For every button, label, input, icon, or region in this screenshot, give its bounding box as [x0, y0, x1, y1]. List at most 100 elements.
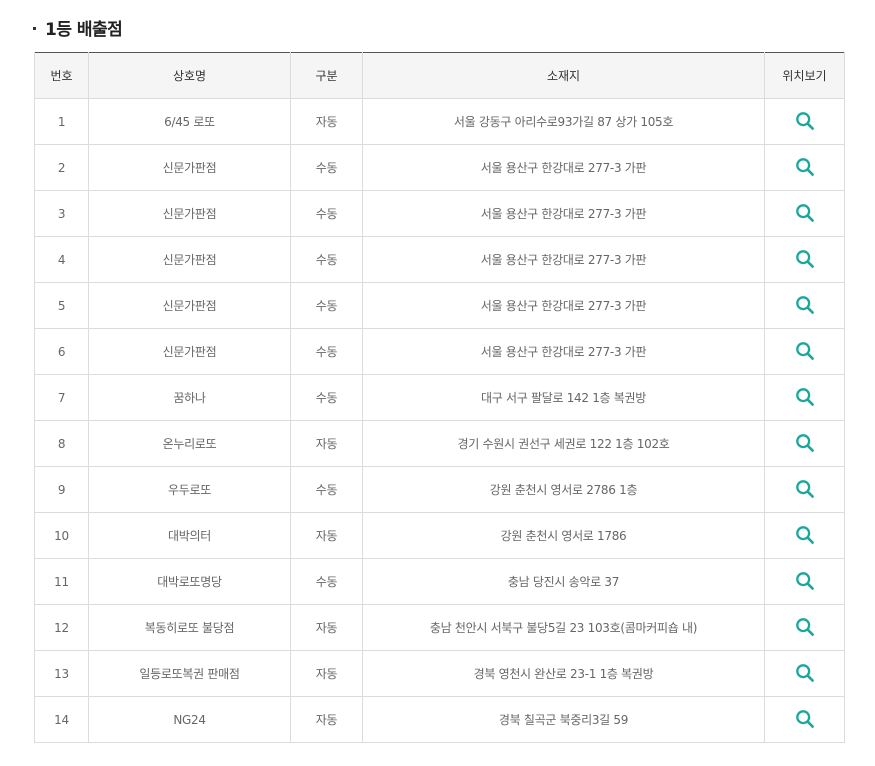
- row-address: 서울 용산구 한강대로 277-3 가판: [362, 236, 765, 283]
- search-icon: [795, 204, 814, 222]
- row-number: 1: [34, 98, 89, 145]
- row-number: 4: [34, 236, 89, 283]
- row-address: 경북 칠곡군 북중리3길 59: [362, 696, 765, 743]
- row-address: 대구 서구 팔달로 142 1층 복권방: [362, 374, 765, 421]
- search-icon: [795, 342, 814, 360]
- row-address: 서울 용산구 한강대로 277-3 가판: [362, 144, 765, 191]
- row-location-cell: [764, 328, 845, 375]
- row-location-cell: [764, 466, 845, 513]
- view-location-button[interactable]: [793, 431, 817, 455]
- view-location-button[interactable]: [793, 293, 817, 317]
- row-store-name: 신문가판점: [88, 328, 291, 375]
- row-location-cell: [764, 650, 845, 697]
- view-location-button[interactable]: [793, 247, 817, 271]
- row-type: 수동: [290, 466, 363, 513]
- header-location: 위치보기: [764, 52, 845, 99]
- row-number: 8: [34, 420, 89, 467]
- row-number: 12: [34, 604, 89, 651]
- row-address: 서울 강동구 아리수로93가길 87 상가 105호: [362, 98, 765, 145]
- search-icon: [795, 572, 814, 590]
- row-location-cell: [764, 98, 845, 145]
- view-location-button[interactable]: [793, 201, 817, 225]
- row-store-name: 온누리로또: [88, 420, 291, 467]
- row-type: 수동: [290, 190, 363, 237]
- header-type: 구분: [290, 52, 363, 99]
- row-number: 13: [34, 650, 89, 697]
- search-icon: [795, 710, 814, 728]
- row-type: 자동: [290, 420, 363, 467]
- table-row: 10 대박의터 자동 강원 춘천시 영서로 1786: [34, 512, 845, 559]
- view-location-button[interactable]: [793, 339, 817, 363]
- row-address: 서울 용산구 한강대로 277-3 가판: [362, 282, 765, 329]
- row-location-cell: [764, 144, 845, 191]
- section-header: 1등 배출점: [33, 14, 123, 40]
- table-row: 12 복동히로또 불당점 자동 충남 천안시 서북구 불당5길 23 103호(콤마커…: [34, 604, 845, 651]
- row-type: 수동: [290, 374, 363, 421]
- row-location-cell: [764, 282, 845, 329]
- row-location-cell: [764, 512, 845, 559]
- header-store-name: 상호명: [88, 52, 291, 99]
- row-address: 강원 춘천시 영서로 1786: [362, 512, 765, 559]
- row-store-name: 신문가판점: [88, 190, 291, 237]
- view-location-button[interactable]: [793, 109, 817, 133]
- search-icon: [795, 526, 814, 544]
- row-location-cell: [764, 374, 845, 421]
- row-address: 강원 춘천시 영서로 2786 1층: [362, 466, 765, 513]
- table-body: 1 6/45 로또 자동 서울 강동구 아리수로93가길 87 상가 105호 2 신문가…: [34, 98, 845, 743]
- row-type: 자동: [290, 650, 363, 697]
- table-row: 4 신문가판점 수동 서울 용산구 한강대로 277-3 가판: [34, 236, 845, 283]
- row-location-cell: [764, 604, 845, 651]
- search-icon: [795, 664, 814, 682]
- row-address: 경북 영천시 완산로 23-1 1층 복권방: [362, 650, 765, 697]
- row-type: 수동: [290, 558, 363, 605]
- view-location-button[interactable]: [793, 385, 817, 409]
- winning-stores-table: 번호 상호명 구분 소재지 위치보기 1 6/45 로또 자동 서울 강동구 아리수로…: [34, 52, 845, 743]
- row-store-name: 신문가판점: [88, 282, 291, 329]
- row-number: 9: [34, 466, 89, 513]
- row-number: 5: [34, 282, 89, 329]
- row-number: 3: [34, 190, 89, 237]
- header-number: 번호: [34, 52, 89, 99]
- row-store-name: 복동히로또 불당점: [88, 604, 291, 651]
- row-address: 충남 천안시 서북구 불당5길 23 103호(콤마커피숍 내): [362, 604, 765, 651]
- search-icon: [795, 112, 814, 130]
- search-icon: [795, 480, 814, 498]
- view-location-button[interactable]: [793, 155, 817, 179]
- row-store-name: 대박로또명당: [88, 558, 291, 605]
- row-number: 10: [34, 512, 89, 559]
- row-type: 수동: [290, 328, 363, 375]
- table-row: 8 온누리로또 자동 경기 수원시 권선구 세권로 122 1층 102호: [34, 420, 845, 467]
- row-location-cell: [764, 696, 845, 743]
- row-store-name: 꿈하나: [88, 374, 291, 421]
- table-row: 3 신문가판점 수동 서울 용산구 한강대로 277-3 가판: [34, 190, 845, 237]
- table-row: 7 꿈하나 수동 대구 서구 팔달로 142 1층 복권방: [34, 374, 845, 421]
- row-store-name: 신문가판점: [88, 236, 291, 283]
- search-icon: [795, 388, 814, 406]
- view-location-button[interactable]: [793, 615, 817, 639]
- row-store-name: 신문가판점: [88, 144, 291, 191]
- view-location-button[interactable]: [793, 569, 817, 593]
- row-type: 수동: [290, 282, 363, 329]
- row-number: 14: [34, 696, 89, 743]
- table-row: 13 일등로또복권 판매점 자동 경북 영천시 완산로 23-1 1층 복권방: [34, 650, 845, 697]
- view-location-button[interactable]: [793, 661, 817, 685]
- view-location-button[interactable]: [793, 707, 817, 731]
- title-bullet: [33, 26, 36, 30]
- row-type: 자동: [290, 98, 363, 145]
- row-type: 수동: [290, 144, 363, 191]
- search-icon: [795, 434, 814, 452]
- row-address: 서울 용산구 한강대로 277-3 가판: [362, 328, 765, 375]
- row-address: 서울 용산구 한강대로 277-3 가판: [362, 190, 765, 237]
- row-number: 11: [34, 558, 89, 605]
- view-location-button[interactable]: [793, 523, 817, 547]
- row-store-name: NG24: [88, 696, 291, 743]
- search-icon: [795, 158, 814, 176]
- row-number: 6: [34, 328, 89, 375]
- table-row: 9 우두로또 수동 강원 춘천시 영서로 2786 1층: [34, 466, 845, 513]
- row-location-cell: [764, 190, 845, 237]
- table-row: 6 신문가판점 수동 서울 용산구 한강대로 277-3 가판: [34, 328, 845, 375]
- search-icon: [795, 618, 814, 636]
- view-location-button[interactable]: [793, 477, 817, 501]
- row-location-cell: [764, 558, 845, 605]
- search-icon: [795, 250, 814, 268]
